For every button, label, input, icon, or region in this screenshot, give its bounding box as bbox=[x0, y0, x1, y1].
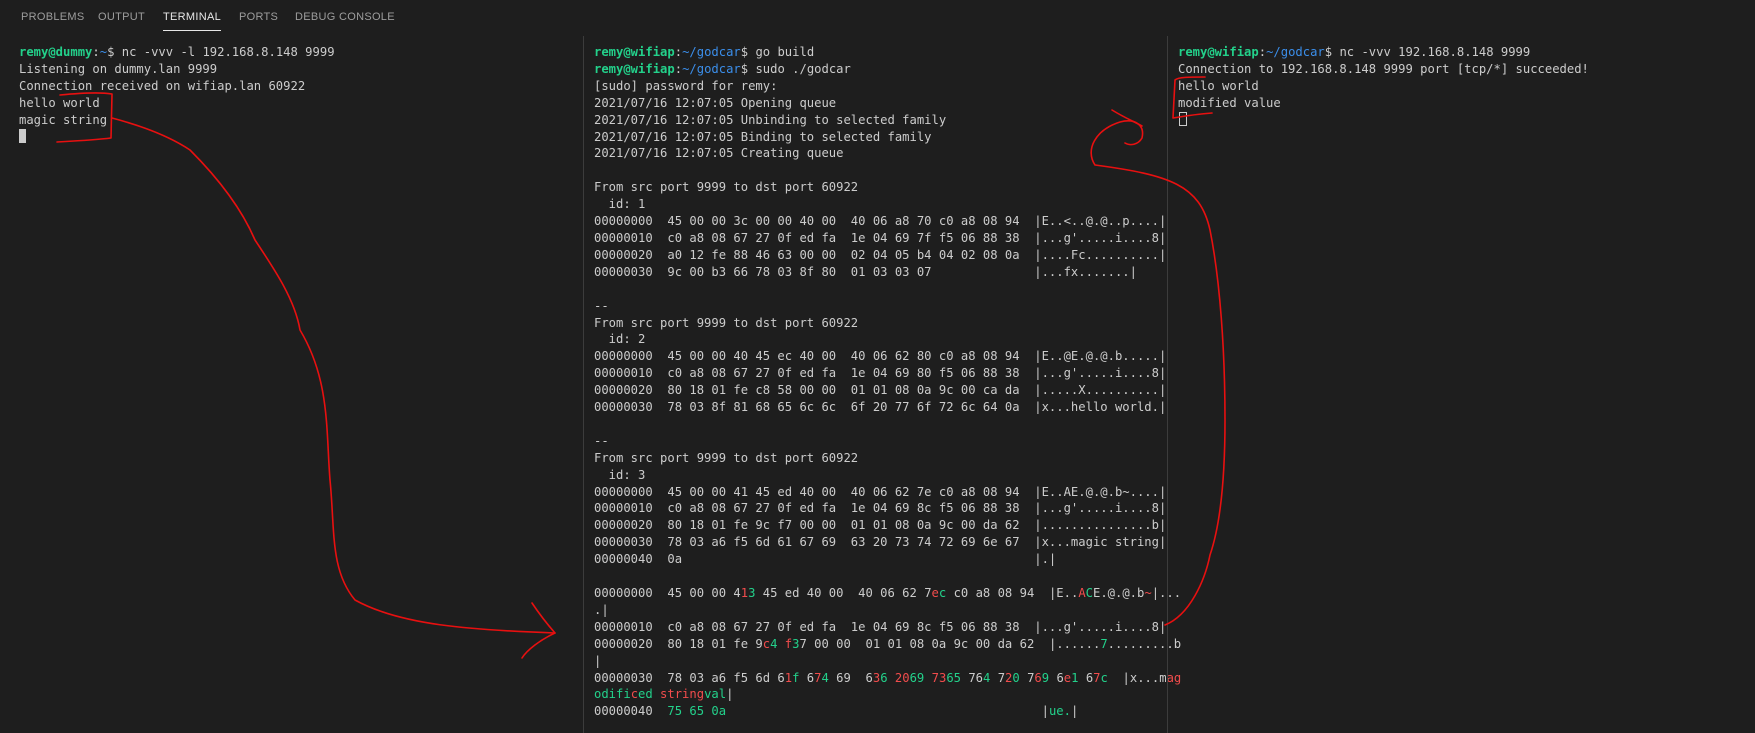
prompt-user: remy@wifiap bbox=[594, 45, 675, 59]
packet-separator: -- bbox=[594, 298, 609, 313]
command-text: go build bbox=[755, 45, 815, 59]
hexdump-row: 00000000 45 00 00 41 45 ed 40 00 40 06 6… bbox=[594, 484, 1167, 499]
prompt-path: ~/godcar bbox=[1266, 45, 1325, 59]
diff-row: 00000000 45 00 00 413 45 ed 40 00 40 06 … bbox=[594, 586, 1181, 600]
packet-header: From src port 9999 to dst port 60922 bbox=[594, 450, 859, 465]
terminal-output-middle: remy@wifiap:~/godcar$ go build remy@wifi… bbox=[594, 45, 1182, 719]
output-line: Listening on dummy.lan 9999 bbox=[19, 61, 218, 76]
packet-header: From src port 9999 to dst port 60922 bbox=[594, 315, 859, 330]
prompt-user: remy@dummy bbox=[19, 45, 93, 59]
hexdump-row: 00000020 80 18 01 fe 9c f7 00 00 01 01 0… bbox=[594, 518, 1167, 533]
tab-problems[interactable]: PROBLEMS bbox=[21, 11, 85, 31]
hexdump-row: 00000020 80 18 01 fe c8 58 00 00 01 01 0… bbox=[594, 383, 1167, 398]
hexdump-row: 00000030 9c 00 b3 66 78 03 8f 80 01 03 0… bbox=[594, 264, 1137, 279]
prompt-user: remy@wifiap bbox=[1178, 45, 1259, 59]
diff-row: 00000010 c0 a8 08 67 27 0f ed fa 1e 04 6… bbox=[594, 619, 1167, 634]
terminal-cursor bbox=[1179, 112, 1187, 126]
hexdump-row: 00000010 c0 a8 08 67 27 0f ed fa 1e 04 6… bbox=[594, 366, 1167, 381]
terminal-pane-right[interactable]: remy@wifiap:~/godcar$ nc -vvv 192.168.8.… bbox=[1168, 36, 1755, 733]
tab-ports[interactable]: PORTS bbox=[239, 11, 278, 31]
packet-id: id: 1 bbox=[594, 197, 646, 212]
packet-id: id: 2 bbox=[594, 332, 646, 347]
output-line: magic string bbox=[19, 112, 108, 127]
prompt-path: ~/godcar bbox=[682, 45, 741, 59]
diff-row: 00000030 78 03 a6 f5 6d 61f 674 69 636 2… bbox=[594, 670, 1182, 685]
prompt-path: ~/godcar bbox=[682, 61, 741, 76]
log-line: 2021/07/16 12:07:05 Unbinding to selecte… bbox=[594, 112, 947, 127]
hexdump-row: 00000030 78 03 a6 f5 6d 61 67 69 63 20 7… bbox=[594, 535, 1167, 550]
packet-id: id: 3 bbox=[594, 467, 646, 482]
hexdump-row: 00000000 45 00 00 3c 00 00 40 00 40 06 a… bbox=[594, 214, 1167, 229]
log-line: [sudo] password for remy: bbox=[594, 78, 778, 93]
output-line: modified value bbox=[1178, 95, 1281, 110]
command-text: nc -vvv -l 192.168.8.148 9999 bbox=[121, 45, 335, 59]
panel-tab-bar: PROBLEMS OUTPUT TERMINAL PORTS DEBUG CON… bbox=[0, 0, 1755, 36]
hexdump-row: 00000030 78 03 8f 81 68 65 6c 6c 6f 20 7… bbox=[594, 400, 1167, 415]
packet-header: From src port 9999 to dst port 60922 bbox=[594, 180, 859, 195]
terminal-output-left: remy@dummy:~$ nc -vvv -l 192.168.8.148 9… bbox=[19, 45, 335, 127]
terminal-pane-left[interactable]: remy@dummy:~$ nc -vvv -l 192.168.8.148 9… bbox=[0, 36, 583, 733]
prompt-user: remy@wifiap bbox=[594, 61, 675, 76]
hexdump-row: 00000020 a0 12 fe 88 46 63 00 00 02 04 0… bbox=[594, 247, 1167, 262]
command-text: nc -vvv 192.168.8.148 9999 bbox=[1339, 45, 1531, 59]
diff-row-wrap: odificed stringval| bbox=[594, 687, 734, 702]
tab-output[interactable]: OUTPUT bbox=[98, 11, 145, 31]
output-line: Connection to 192.168.8.148 9999 port [t… bbox=[1178, 61, 1589, 76]
hexdump-row: 00000010 c0 a8 08 67 27 0f ed fa 1e 04 6… bbox=[594, 501, 1167, 516]
diff-row-wrap: .| bbox=[594, 602, 609, 617]
diff-row: 00000040 75 65 0a |ue.| bbox=[594, 704, 1079, 719]
hexdump-row: 00000000 45 00 00 40 45 ec 40 00 40 06 6… bbox=[594, 349, 1167, 364]
diff-row: 00000020 80 18 01 fe 9c4 f37 00 00 01 01… bbox=[594, 636, 1182, 651]
packet-separator: -- bbox=[594, 433, 609, 448]
output-line: hello world bbox=[1178, 78, 1259, 93]
tab-debug-console[interactable]: DEBUG CONSOLE bbox=[295, 11, 395, 31]
terminal-output-right: remy@wifiap:~/godcar$ nc -vvv 192.168.8.… bbox=[1178, 45, 1589, 110]
terminal-cursor bbox=[19, 129, 26, 143]
output-line: hello world bbox=[19, 95, 100, 110]
log-line: 2021/07/16 12:07:05 Opening queue bbox=[594, 95, 837, 110]
command-text: sudo ./godcar bbox=[755, 61, 851, 76]
log-line: 2021/07/16 12:07:05 Binding to selected … bbox=[594, 129, 932, 144]
prompt-path: ~ bbox=[99, 45, 108, 59]
terminal-pane-middle[interactable]: remy@wifiap:~/godcar$ go build remy@wifi… bbox=[584, 36, 1181, 733]
log-line: 2021/07/16 12:07:05 Creating queue bbox=[594, 146, 844, 161]
tab-terminal[interactable]: TERMINAL bbox=[163, 11, 222, 31]
diff-row-wrap: | bbox=[594, 653, 602, 668]
hexdump-row: 00000040 0a |.| bbox=[594, 552, 1057, 567]
output-line: Connection received on wifiap.lan 60922 bbox=[19, 78, 306, 93]
hexdump-row: 00000010 c0 a8 08 67 27 0f ed fa 1e 04 6… bbox=[594, 230, 1167, 245]
